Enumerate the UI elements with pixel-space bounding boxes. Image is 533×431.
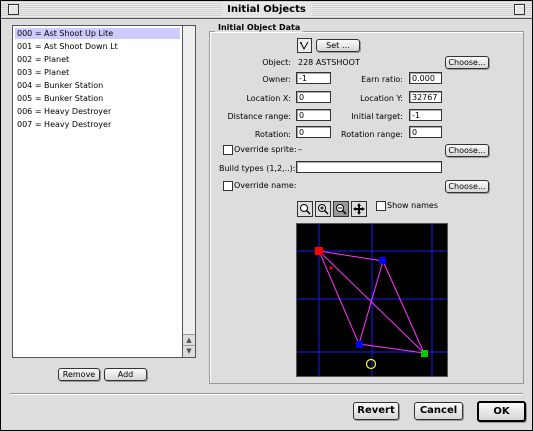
pick-object-icon[interactable]: [297, 38, 312, 53]
choose-sprite-button[interactable]: Choose...: [445, 144, 489, 157]
set-button-label: Set: [326, 41, 340, 50]
choose-object-button[interactable]: Choose...: [445, 56, 489, 69]
set-button[interactable]: Set …: [316, 39, 360, 52]
show-names-checkbox[interactable]: [376, 201, 386, 211]
window-title: Initial Objects: [221, 3, 312, 16]
object-marker-blue: [356, 341, 363, 348]
add-button[interactable]: Add: [104, 368, 147, 381]
close-box[interactable]: [8, 4, 19, 15]
override-name-label: Override name:: [234, 181, 297, 190]
rotation-range-label: Rotation range:: [341, 130, 403, 139]
initial-target-label: Initial target:: [351, 112, 403, 121]
location-y-field[interactable]: 32767: [409, 91, 442, 103]
list-item[interactable]: 004 = Bunker Station: [15, 80, 180, 91]
override-name-checkbox[interactable]: [223, 181, 233, 191]
initial-target-field[interactable]: -1: [409, 109, 442, 121]
initial-objects-window: Initial Objects 000 = Ast Shoot Up Lite …: [0, 0, 533, 431]
object-map[interactable]: [296, 223, 448, 377]
list-item[interactable]: 006 = Heavy Destroyer: [15, 106, 180, 117]
revert-button[interactable]: Revert: [353, 402, 399, 420]
scroll-down-arrow-icon[interactable]: ▼: [183, 345, 195, 357]
zoom-icon[interactable]: [297, 201, 313, 217]
remove-button[interactable]: Remove: [58, 368, 100, 381]
list-item[interactable]: 005 = Bunker Station: [15, 93, 180, 104]
list-item[interactable]: 003 = Planet: [15, 67, 180, 78]
owner-label: Owner:: [262, 75, 291, 84]
group-title: Initial Object Data: [215, 23, 304, 32]
zoom-box[interactable]: [514, 4, 525, 15]
build-types-label: Build types (1,2,..):: [219, 164, 296, 173]
earn-ratio-label: Earn ratio:: [361, 75, 403, 84]
location-x-label: Location X:: [246, 94, 291, 103]
rotation-field[interactable]: 0: [296, 126, 331, 138]
title-bar[interactable]: Initial Objects: [1, 1, 532, 19]
owner-field[interactable]: -1: [296, 72, 331, 84]
zoom-out-icon[interactable]: [333, 201, 349, 217]
choose-name-button[interactable]: Choose...: [445, 180, 489, 193]
selection-ring: [365, 358, 377, 370]
object-marker-green: [421, 350, 428, 357]
list-scrollbar[interactable]: ▲ ▼: [182, 26, 195, 357]
object-label: Object:: [262, 58, 291, 67]
location-x-field[interactable]: 0: [296, 91, 331, 103]
list-item[interactable]: 007 = Heavy Destroyer: [15, 119, 180, 130]
list-item[interactable]: 002 = Planet: [15, 54, 180, 65]
distance-range-label: Distance range:: [227, 112, 291, 121]
zoom-in-icon[interactable]: [315, 201, 331, 217]
rotation-range-field[interactable]: 0: [409, 126, 442, 138]
objects-list[interactable]: 000 = Ast Shoot Up Lite 001 = Ast Shoot …: [12, 25, 196, 358]
show-names-label: Show names: [387, 201, 438, 210]
list-item[interactable]: 001 = Ast Shoot Down Lt: [15, 41, 180, 52]
move-icon[interactable]: [351, 201, 367, 217]
override-sprite-checkbox[interactable]: [223, 145, 233, 155]
earn-ratio-field[interactable]: 0.000: [409, 72, 442, 84]
build-types-field[interactable]: [296, 161, 442, 173]
rotation-label: Rotation:: [254, 130, 291, 139]
ok-button[interactable]: OK: [477, 401, 526, 422]
override-sprite-value: –: [298, 145, 302, 154]
list-item[interactable]: 000 = Ast Shoot Up Lite: [15, 28, 180, 39]
object-marker-blue: [379, 257, 386, 264]
location-y-label: Location Y:: [360, 94, 403, 103]
object-value: 228 ASTSHOOT: [298, 58, 360, 67]
footer-divider: [10, 393, 523, 395]
override-sprite-label: Override sprite:: [234, 145, 297, 154]
map-canvas[interactable]: [297, 224, 447, 376]
object-marker-red: [315, 247, 323, 255]
distance-range-field[interactable]: 0: [296, 109, 331, 121]
cancel-button[interactable]: Cancel: [414, 402, 463, 420]
